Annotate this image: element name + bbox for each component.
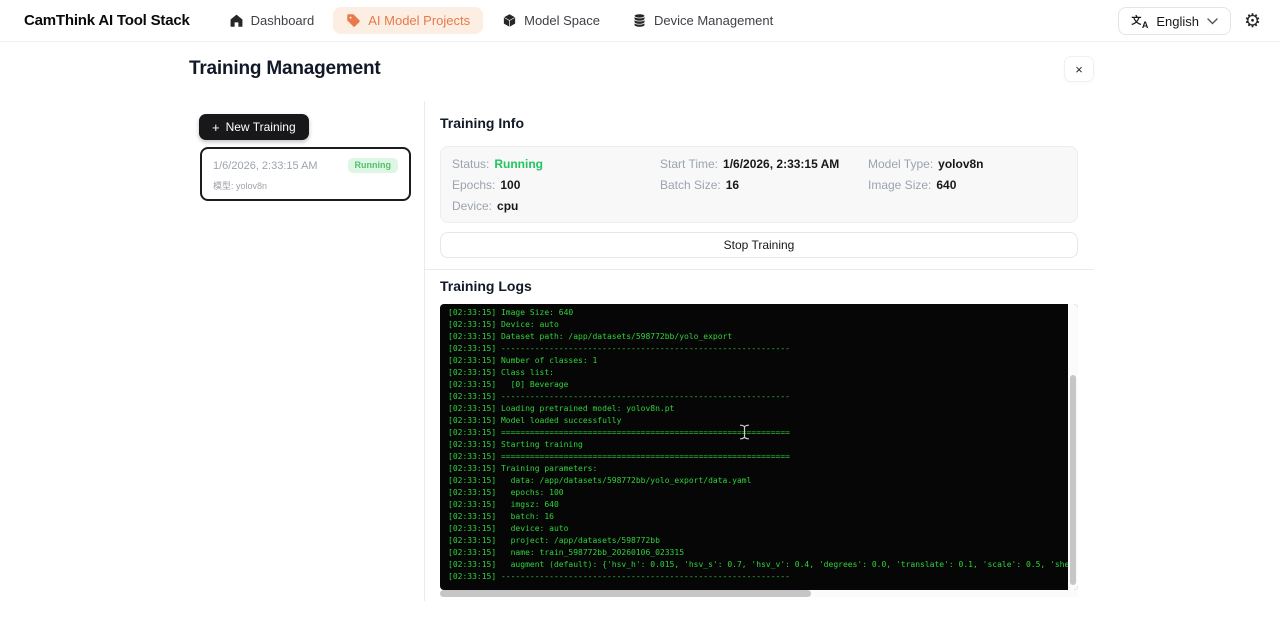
top-navbar: CamThink AI Tool Stack Dashboard AI Mode… xyxy=(0,0,1280,42)
vertical-divider xyxy=(424,101,425,601)
plus-icon: + xyxy=(212,121,220,134)
training-logs-title: Training Logs xyxy=(440,278,532,294)
brand-title: CamThink AI Tool Stack xyxy=(24,12,190,29)
navbar-right: 文A English ⚙ xyxy=(1118,0,1261,42)
log-line: [02:33:15] -----------------------------… xyxy=(448,571,1068,583)
log-line: [02:33:15] augment (default): {'hsv_h': … xyxy=(448,559,1068,571)
info-field-epochs: Epochs: 100 xyxy=(452,178,660,192)
page-title: Training Management xyxy=(189,58,381,80)
terminal-horizontal-scrollbar xyxy=(440,590,1078,597)
section-divider xyxy=(424,269,1094,270)
new-training-button[interactable]: + New Training xyxy=(199,114,309,140)
cube-icon xyxy=(502,13,517,28)
nav-item-label: Dashboard xyxy=(251,13,315,28)
language-selector[interactable]: 文A English xyxy=(1118,7,1231,35)
log-line: [02:33:15] batch: 16 xyxy=(448,511,1068,523)
log-line: [02:33:15] Device: auto xyxy=(448,319,1068,331)
log-line: [02:33:15] data: /app/datasets/598772bb/… xyxy=(448,475,1068,487)
log-line: [02:33:15] Training parameters: xyxy=(448,463,1068,475)
log-line: [02:33:15] Dataset path: /app/datasets/5… xyxy=(448,331,1068,343)
nav-item-ai-model-projects[interactable]: AI Model Projects xyxy=(333,7,483,34)
log-line: [02:33:15] Image Size: 640 xyxy=(448,307,1068,319)
nav-item-label: Device Management xyxy=(654,13,773,28)
log-line: [02:33:15] Loading pretrained model: yol… xyxy=(448,403,1068,415)
stop-training-button[interactable]: Stop Training xyxy=(440,232,1078,258)
database-icon xyxy=(632,13,647,28)
new-training-label: New Training xyxy=(226,120,296,134)
training-date: 1/6/2026, 2:33:15 AM xyxy=(213,160,318,172)
info-field-image-size: Image Size: 640 xyxy=(868,178,1066,192)
training-model: 模型: yolov8n xyxy=(213,179,398,192)
nav-menu: Dashboard AI Model Projects Model Space … xyxy=(216,7,787,34)
nav-item-model-space[interactable]: Model Space xyxy=(489,7,613,34)
log-line: [02:33:15] =============================… xyxy=(448,427,1068,439)
home-icon xyxy=(229,13,244,28)
vertical-scrollbar-thumb[interactable] xyxy=(1070,375,1076,585)
translate-icon: 文A xyxy=(1131,13,1148,29)
info-field-device: Device: cpu xyxy=(452,199,660,213)
nav-item-dashboard[interactable]: Dashboard xyxy=(216,7,328,34)
terminal-vertical-scrollbar xyxy=(1068,304,1078,590)
chevron-down-icon xyxy=(1207,18,1218,25)
tag-icon xyxy=(346,13,361,28)
info-field-status: Status: Running xyxy=(452,157,660,171)
log-line: [02:33:15] imgsz: 640 xyxy=(448,499,1068,511)
info-field-model-type: Model Type: yolov8n xyxy=(868,157,1066,171)
log-line: [02:33:15] Number of classes: 1 xyxy=(448,355,1068,367)
log-line: [02:33:15] device: auto xyxy=(448,523,1068,535)
training-list-item[interactable]: 1/6/2026, 2:33:15 AM Running 模型: yolov8n xyxy=(200,147,411,201)
log-line: [02:33:15] Class list: xyxy=(448,367,1068,379)
log-line: [02:33:15] epochs: 100 xyxy=(448,487,1068,499)
training-info-title: Training Info xyxy=(440,115,524,131)
settings-gear-icon[interactable]: ⚙ xyxy=(1244,12,1261,31)
training-logs-terminal: [02:33:15] Image Size: 640[02:33:15] Dev… xyxy=(440,304,1078,590)
log-line: [02:33:15] =============================… xyxy=(448,451,1068,463)
status-badge: Running xyxy=(348,158,399,173)
nav-item-label: AI Model Projects xyxy=(368,13,470,28)
log-line: [02:33:15] project: /app/datasets/598772… xyxy=(448,535,1068,547)
log-line: [02:33:15] name: train_598772bb_20260106… xyxy=(448,547,1068,559)
language-label: English xyxy=(1156,14,1199,29)
log-line: [02:33:15] -----------------------------… xyxy=(448,391,1068,403)
text-cursor-ibeam xyxy=(739,424,750,440)
nav-item-label: Model Space xyxy=(524,13,600,28)
log-line: [02:33:15] -----------------------------… xyxy=(448,343,1068,355)
log-line: [02:33:15] Model loaded successfully xyxy=(448,415,1068,427)
training-info-panel: Status: Running Start Time: 1/6/2026, 2:… xyxy=(440,146,1078,223)
log-lines[interactable]: [02:33:15] Image Size: 640[02:33:15] Dev… xyxy=(440,304,1068,590)
close-button[interactable]: × xyxy=(1064,56,1094,82)
log-line: [02:33:15] Starting training xyxy=(448,439,1068,451)
log-line: [02:33:15] [0] Beverage xyxy=(448,379,1068,391)
info-field-start-time: Start Time: 1/6/2026, 2:33:15 AM xyxy=(660,157,868,171)
horizontal-scrollbar-thumb[interactable] xyxy=(440,590,811,597)
nav-item-device-management[interactable]: Device Management xyxy=(619,7,786,34)
info-field-batch-size: Batch Size: 16 xyxy=(660,178,868,192)
